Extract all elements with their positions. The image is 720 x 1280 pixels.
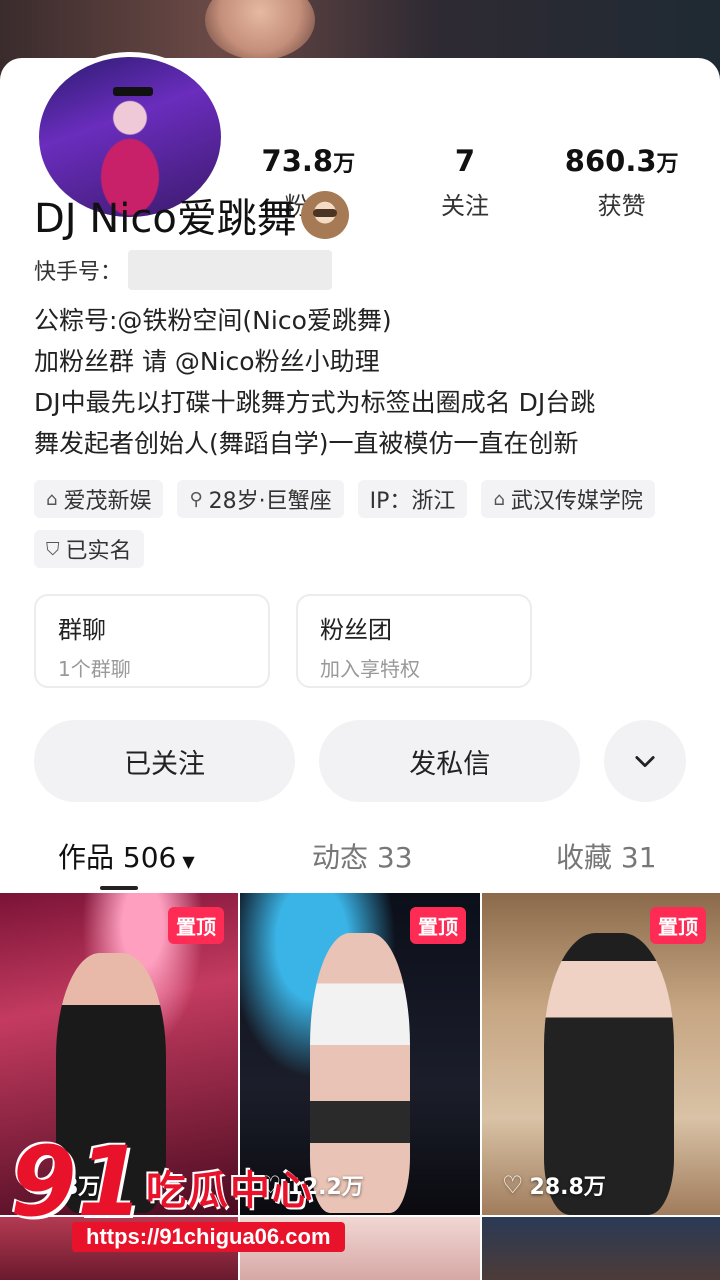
- profile-name-text: DJ Nico爱跳舞: [34, 196, 297, 242]
- kuaishou-id: 快手号：: [34, 250, 333, 290]
- message-button[interactable]: 发私信: [319, 720, 581, 802]
- stat-likes-unit: 万: [656, 152, 679, 177]
- watermark-number: 91: [10, 1126, 144, 1238]
- active-tab-indicator: [100, 886, 138, 890]
- avatar-detail: [113, 87, 153, 96]
- chevron-down-icon: [635, 756, 655, 768]
- tag-label: 爱茂新娱: [63, 489, 152, 514]
- stat-following-number: 7: [454, 144, 476, 178]
- card-subtitle: 1个群聊: [58, 657, 131, 681]
- profile-name: DJ Nico爱跳舞: [34, 186, 349, 244]
- bio-line: DJ中最先以打碟十跳舞方式为标签出圈成名 DJ台跳: [34, 388, 596, 417]
- tab-favorites[interactable]: 收藏 31: [556, 836, 657, 876]
- tag-school[interactable]: ⌂ 武汉传媒学院: [481, 480, 655, 518]
- group-chat-card[interactable]: 群聊 1个群聊: [34, 594, 270, 688]
- more-button[interactable]: [604, 720, 687, 802]
- tag-label: 武汉传媒学院: [510, 489, 643, 514]
- cover-face: [205, 0, 315, 60]
- likes-value: 28.8万: [529, 1175, 606, 1200]
- tag-label: IP：浙江: [369, 489, 456, 514]
- tag-company[interactable]: ⌂ 爱茂新娱: [34, 480, 164, 518]
- pinned-badge: 置顶: [650, 907, 706, 944]
- stat-fans-number: 73.8: [261, 144, 334, 178]
- heart-icon: ♡: [502, 1171, 524, 1199]
- card-title: 粉丝团: [320, 616, 392, 644]
- tab-works-label: 作品 506: [58, 841, 177, 874]
- likes-count: ♡ 28.8万: [502, 1169, 606, 1201]
- fan-club-card[interactable]: 粉丝团 加入享特权: [296, 594, 532, 688]
- school-icon: ⌂: [493, 488, 505, 510]
- sloth-emoji-icon: [300, 191, 349, 239]
- tag-ip: IP：浙江: [357, 480, 468, 518]
- stat-likes-number: 860.3: [564, 144, 657, 178]
- content-tabs: 作品 506 ▼ 动态 33 收藏 31: [0, 832, 720, 890]
- bio-line: 加粉丝群 请 @Nico粉丝小助理: [34, 347, 380, 376]
- tag-label: 28岁·巨蟹座: [208, 489, 332, 514]
- followed-button[interactable]: 已关注: [34, 720, 296, 802]
- action-buttons: 已关注 发私信: [34, 720, 687, 802]
- stat-following-label: 关注: [441, 192, 489, 220]
- stat-following[interactable]: 7 关注: [387, 144, 544, 221]
- kuaishou-id-blurred[interactable]: [128, 250, 333, 290]
- bio: 公粽号:@铁粉空间(Nico爱跳舞) 加粉丝群 请 @Nico粉丝小助理 DJ中…: [34, 300, 694, 464]
- card-title: 群聊: [58, 616, 106, 644]
- profile-sheet: 73.8万 粉丝 7 关注 860.3万 获赞 DJ Nico爱跳舞 快手号： …: [0, 52, 720, 1280]
- pinned-badge: 置顶: [168, 907, 224, 944]
- card-subtitle: 加入享特权: [320, 657, 420, 681]
- video-tile[interactable]: [482, 1217, 720, 1280]
- watermark-url: https://91chigua06.com: [72, 1222, 345, 1252]
- tag-verified: ⛉ 已实名: [34, 530, 144, 568]
- tag-label: 已实名: [65, 539, 132, 564]
- bio-line: 舞发起者创始人(舞蹈自学)一直被模仿一直在创新: [34, 429, 579, 458]
- pinned-badge: 置顶: [410, 907, 466, 944]
- building-icon: ⌂: [46, 488, 58, 510]
- watermark-text: 吃瓜中心: [146, 1168, 314, 1214]
- tag-age: ⚲ 28岁·巨蟹座: [177, 480, 344, 518]
- kuaishou-id-label: 快手号：: [34, 260, 123, 285]
- feature-cards: 群聊 1个群聊 粉丝团 加入享特权: [34, 594, 532, 688]
- gender-icon: ⚲: [189, 488, 203, 510]
- shield-icon: ⛉: [46, 538, 60, 560]
- bio-line: 公粽号:@铁粉空间(Nico爱跳舞): [34, 306, 392, 335]
- stat-fans-unit: 万: [333, 152, 356, 177]
- stat-likes[interactable]: 860.3万 获赞: [543, 144, 700, 221]
- watermark: 91 吃瓜中心 https://91chigua06.com: [10, 1132, 370, 1262]
- tab-moments[interactable]: 动态 33: [312, 836, 413, 876]
- stat-likes-label: 获赞: [597, 192, 646, 220]
- tab-works[interactable]: 作品 506 ▼: [58, 836, 195, 876]
- video-tile[interactable]: 置顶 ♡ 28.8万: [482, 893, 720, 1215]
- caret-down-icon: ▼: [182, 852, 195, 871]
- profile-tags: ⌂ 爱茂新娱 ⚲ 28岁·巨蟹座 IP：浙江 ⌂ 武汉传媒学院 ⛉ 已实名: [34, 480, 694, 568]
